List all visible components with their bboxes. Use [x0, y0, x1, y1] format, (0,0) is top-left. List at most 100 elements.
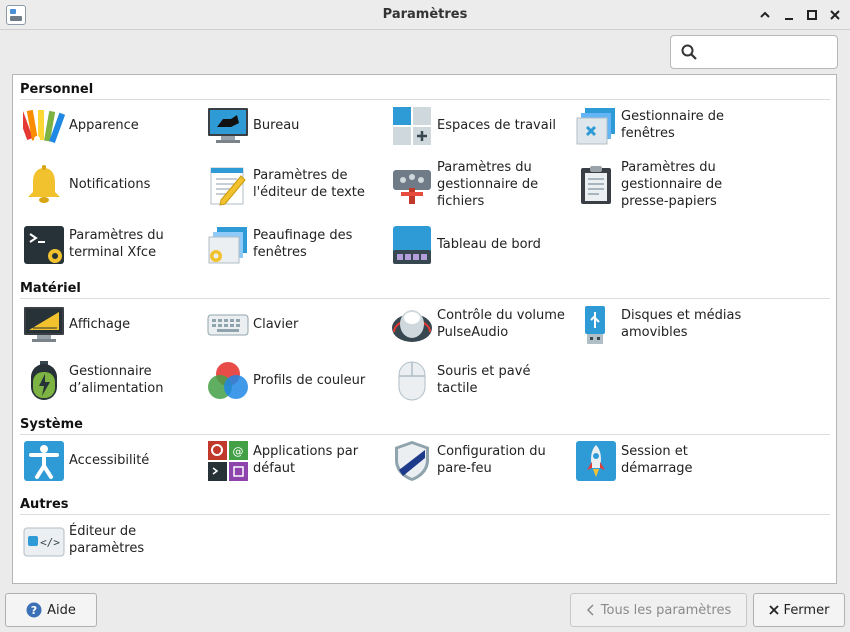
- help-button[interactable]: ? Aide: [5, 593, 97, 627]
- item-disques-et-medias[interactable]: Disques et médias amovibles: [575, 300, 759, 348]
- item-session-et-demarrage[interactable]: Session et démarrage: [575, 436, 759, 484]
- close-button[interactable]: Fermer: [753, 593, 845, 627]
- text-editor-icon: [210, 167, 246, 206]
- section-divider: [20, 298, 830, 299]
- item-applications-par-defaut[interactable]: @ Applications par défaut: [207, 436, 391, 484]
- close-icon: [768, 605, 779, 615]
- item-label: Gestionnaire de fenêtres: [621, 109, 725, 141]
- chevron-left-icon: [586, 604, 594, 616]
- item-profils-de-couleur[interactable]: Profils de couleur: [207, 356, 391, 404]
- terminal-icon: [24, 226, 64, 264]
- item-peaufinage-des-fenetres[interactable]: Peaufinage des fenêtres: [207, 220, 391, 268]
- mouse-icon: [398, 361, 426, 401]
- item-accessibilite[interactable]: Accessibilité: [23, 436, 207, 484]
- item-editeur-de-texte[interactable]: Paramètres de l'éditeur de texte: [207, 160, 391, 208]
- svg-text:@: @: [233, 445, 244, 458]
- item-label: Clavier: [253, 316, 299, 332]
- item-label: Souris et pavé tactile: [437, 364, 531, 396]
- help-icon: ?: [26, 602, 42, 618]
- item-souris-et-pave[interactable]: Souris et pavé tactile: [391, 356, 575, 404]
- shade-button[interactable]: [756, 6, 774, 24]
- minimize-icon: [785, 18, 793, 20]
- all-settings-button[interactable]: Tous les paramètres: [570, 593, 747, 627]
- item-label: Profils de couleur: [253, 372, 366, 388]
- window-tweaks-icon: [208, 227, 247, 264]
- desktop-icon: [208, 108, 248, 143]
- display-icon: [24, 307, 64, 342]
- svg-text:?: ?: [31, 604, 37, 617]
- item-terminal-xfce[interactable]: Paramètres du terminal Xfce: [23, 220, 207, 268]
- settings-panel: Personnel Apparence Bureau Espaces de tr…: [12, 74, 837, 584]
- item-label: Paramètres du gestionnaire de presse-pap…: [621, 159, 723, 209]
- item-presse-papiers[interactable]: Paramètres du gestionnaire de presse-pap…: [575, 159, 759, 209]
- item-configuration-pare-feu[interactable]: Configuration du pare-feu: [391, 436, 575, 484]
- item-label: Apparence: [69, 117, 139, 133]
- appearance-palette-icon: [23, 109, 65, 144]
- close-icon: [830, 10, 840, 20]
- item-label: Disques et médias amovibles: [621, 308, 742, 340]
- close-button-label: Fermer: [783, 602, 830, 618]
- close-window-button[interactable]: [826, 6, 844, 24]
- item-label: Configuration du pare-feu: [437, 444, 546, 476]
- item-affichage[interactable]: Affichage: [23, 300, 207, 348]
- default-apps-icon: @: [208, 441, 248, 481]
- section-title-personnel: Personnel: [20, 82, 94, 97]
- section-title-autres: Autres: [20, 497, 69, 512]
- search-icon: [681, 44, 697, 60]
- item-clavier[interactable]: Clavier: [207, 300, 391, 348]
- rocket-icon: [576, 441, 616, 481]
- item-editeur-de-parametres[interactable]: </> Éditeur de paramètres: [23, 516, 207, 564]
- settings-editor-icon: </>: [23, 527, 65, 557]
- item-espaces-de-travail[interactable]: Espaces de travail: [391, 101, 575, 149]
- window-title: Paramètres: [382, 7, 468, 22]
- section-title-materiel: Matériel: [20, 281, 81, 296]
- item-gestionnaire-alimentation[interactable]: Gestionnaire d’alimentation: [23, 356, 207, 404]
- firewall-shield-icon: [395, 441, 429, 481]
- usb-drive-icon: [585, 306, 605, 344]
- svg-text:</>: </>: [40, 536, 60, 549]
- item-notifications[interactable]: Notifications: [23, 160, 207, 208]
- item-tableau-de-bord[interactable]: Tableau de bord: [391, 220, 575, 268]
- item-apparence[interactable]: Apparence: [23, 101, 207, 149]
- item-label: Notifications: [69, 176, 151, 192]
- keyboard-icon: [207, 314, 249, 336]
- window-manager-icon: [576, 108, 615, 145]
- battery-icon: [31, 361, 57, 400]
- search-box[interactable]: [670, 35, 838, 69]
- item-volume-pulseaudio[interactable]: Contrôle du volume PulseAudio: [391, 300, 575, 348]
- title-bar: Paramètres: [0, 0, 850, 30]
- panel-icon: [393, 226, 431, 264]
- item-label: Paramètres du terminal Xfce: [69, 228, 164, 260]
- item-label: Éditeur de paramètres: [69, 524, 145, 556]
- item-label: Tableau de bord: [437, 236, 541, 252]
- section-divider: [20, 99, 830, 100]
- search-input[interactable]: [705, 42, 829, 62]
- accessibility-icon: [24, 441, 64, 481]
- item-label: Accessibilité: [69, 452, 150, 468]
- item-label: Affichage: [69, 316, 131, 332]
- item-gestionnaire-de-fenetres[interactable]: Gestionnaire de fenêtres: [575, 101, 759, 149]
- item-label: Session et démarrage: [621, 444, 693, 476]
- color-profiles-icon: [208, 362, 248, 399]
- maximize-icon: [807, 10, 817, 20]
- file-manager-icon: [393, 170, 431, 204]
- minimize-button[interactable]: [780, 6, 798, 24]
- help-button-label: Aide: [47, 602, 76, 618]
- item-gestionnaire-de-fichiers[interactable]: Paramètres du gestionnaire de fichiers: [391, 159, 575, 209]
- bell-icon: [28, 165, 60, 203]
- item-label: Paramètres de l'éditeur de texte: [253, 168, 365, 200]
- maximize-button[interactable]: [803, 6, 821, 24]
- workspaces-icon: [393, 107, 431, 145]
- item-label: Applications par défaut: [253, 444, 359, 476]
- volume-knob-icon: [392, 310, 432, 342]
- item-label: Espaces de travail: [437, 117, 556, 133]
- item-label: Paramètres du gestionnaire de fichiers: [437, 159, 539, 209]
- item-label: Gestionnaire d’alimentation: [69, 364, 164, 396]
- chevron-up-icon: [760, 11, 770, 18]
- item-label: Bureau: [253, 117, 300, 133]
- item-bureau[interactable]: Bureau: [207, 101, 391, 149]
- section-divider: [20, 434, 830, 435]
- all-settings-label: Tous les paramètres: [600, 602, 732, 618]
- clipboard-icon: [581, 166, 611, 204]
- section-title-systeme: Système: [20, 417, 83, 432]
